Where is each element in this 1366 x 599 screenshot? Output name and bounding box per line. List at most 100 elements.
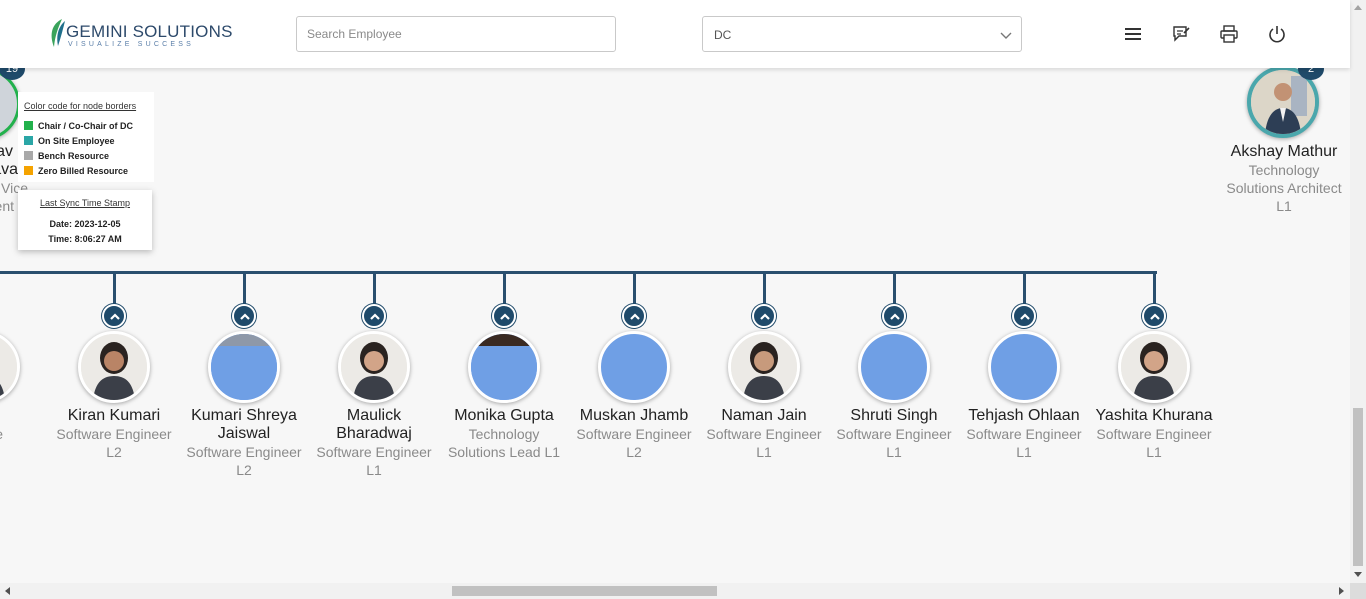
menu-icon[interactable]: [1123, 24, 1143, 44]
expand-toggle-button[interactable]: [102, 304, 126, 328]
legend-item-label: Zero Billed Resource: [38, 166, 129, 176]
print-icon[interactable]: [1219, 24, 1239, 44]
partial-node-name-line1: av: [0, 143, 13, 160]
chevron-up-icon: [630, 313, 640, 320]
employee-role-line1: Software Engineer: [56, 426, 172, 442]
legend-item-zero-billed: Zero Billed Resource: [24, 166, 128, 176]
scroll-left-arrow-icon[interactable]: [5, 587, 10, 595]
scrollbar-corner: [1350, 583, 1366, 599]
employee-role-line1: Software Engineer: [706, 426, 822, 442]
legend-item-bench: Bench Resource: [24, 151, 109, 161]
legend-title: Color code for node borders: [24, 101, 137, 111]
employee-name-line1: Maulick: [346, 407, 402, 424]
dc-select-value: DC: [714, 28, 732, 42]
sync-title: Last Sync Time Stamp: [39, 198, 131, 208]
employee-avatar[interactable]: [208, 331, 280, 403]
scroll-up-arrow-icon[interactable]: [1354, 5, 1362, 10]
child-connector-stem: [113, 273, 116, 305]
child-connector-stem: [763, 273, 766, 305]
employee-avatar[interactable]: [78, 331, 150, 403]
company-logo[interactable]: GEMINI SOLUTIONS VISUALIZE SUCCESS: [48, 16, 232, 52]
expand-toggle-button[interactable]: [622, 304, 646, 328]
employee-role-line1: Software Engineer: [186, 444, 302, 460]
vertical-scroll-thumb[interactable]: [1353, 408, 1363, 566]
akshay-role-line3: L1: [1276, 198, 1292, 214]
employee-avatar[interactable]: [988, 331, 1060, 403]
chevron-up-icon: [500, 313, 510, 320]
employee-avatar[interactable]: [338, 331, 410, 403]
vertical-scrollbar[interactable]: [1350, 0, 1366, 583]
employee-avatar[interactable]: [728, 331, 800, 403]
legend-item-label: Bench Resource: [38, 151, 110, 161]
employee-avatar[interactable]: [1118, 331, 1190, 403]
employee-name-line1: Yashita Khurana: [1095, 407, 1213, 424]
chevron-up-icon: [110, 313, 120, 320]
child-connector-stem: [243, 273, 246, 305]
leaf-logo-icon: [51, 19, 65, 47]
person-photo: [341, 334, 407, 400]
employee-role-line2: Solutions Lead L1: [447, 444, 561, 460]
person-photo: [1121, 334, 1187, 400]
partial-node-name-line2: ava: [0, 161, 18, 178]
employee-role-line2: L1: [756, 444, 772, 460]
legend-swatch: [24, 121, 33, 130]
employee-avatar[interactable]: [0, 331, 20, 403]
employee-name-line1: Naman Jain: [721, 407, 807, 424]
feedback-icon[interactable]: [1171, 24, 1191, 44]
power-icon[interactable]: [1267, 24, 1287, 44]
employee-role-line1: Software Engineer: [576, 426, 692, 442]
expand-toggle-button[interactable]: [1012, 304, 1036, 328]
employee-name-line2: Bharadwaj: [336, 425, 412, 442]
legend-item-label: On Site Employee: [38, 136, 115, 146]
child-connector-stem: [1023, 273, 1026, 305]
employee-role-line2: L1: [366, 462, 382, 478]
person-photo: [81, 334, 147, 400]
chevron-up-icon: [240, 313, 250, 320]
employee-role-line2: L2: [236, 462, 252, 478]
horizontal-scrollbar[interactable]: [0, 583, 1350, 599]
horizontal-scroll-thumb[interactable]: [452, 586, 717, 596]
expand-toggle-button[interactable]: [1142, 304, 1166, 328]
expand-toggle-button[interactable]: [752, 304, 776, 328]
employee-name-line1: Monika Gupta: [454, 407, 554, 424]
employee-role-line1: Software Engineer: [1096, 426, 1212, 442]
expand-toggle-button[interactable]: [232, 304, 256, 328]
scroll-down-arrow-icon[interactable]: [1354, 572, 1362, 577]
employee-role-line2: L1: [1146, 444, 1162, 460]
employee-avatar[interactable]: [598, 331, 670, 403]
chevron-down-icon: [1000, 32, 1012, 39]
expand-toggle-button[interactable]: [492, 304, 516, 328]
employee-avatar[interactable]: [858, 331, 930, 403]
employee-role-line2: L2: [626, 444, 642, 460]
chevron-up-icon: [370, 313, 380, 320]
logo-tagline: VISUALIZE SUCCESS: [68, 41, 194, 48]
legend-item-onsite: On Site Employee: [24, 136, 115, 146]
expand-toggle-button[interactable]: [362, 304, 386, 328]
person-photo: [731, 334, 797, 400]
expand-toggle-button[interactable]: [882, 304, 906, 328]
partial-node-role-line2: ent: [0, 198, 14, 214]
chevron-up-icon: [890, 313, 900, 320]
top-header: GEMINI SOLUTIONS VISUALIZE SUCCESS DC: [0, 0, 1350, 68]
scroll-right-arrow-icon[interactable]: [1339, 587, 1344, 595]
children-connector-bar: [0, 271, 1157, 274]
employee-role-line1: Software Engineer: [966, 426, 1082, 442]
employee-name-line1: Shruti Singh: [850, 407, 938, 424]
akshay-name: Akshay Mathur: [1230, 143, 1338, 160]
employee-role-line1: Software Engineer: [316, 444, 432, 460]
employee-avatar[interactable]: [468, 331, 540, 403]
child-connector-stem: [893, 273, 896, 305]
legend-item-chair: Chair / Co-Chair of DC: [24, 121, 133, 131]
child-connector-stem: [633, 273, 636, 305]
partial-photo: [211, 334, 277, 400]
employee-role-line2: L1: [1016, 444, 1032, 460]
search-employee-input[interactable]: [296, 16, 616, 52]
person-photo: [1251, 70, 1315, 134]
legend-swatch: [24, 166, 33, 175]
employee-name-line1: Muskan Jhamb: [579, 407, 689, 424]
dc-select[interactable]: DC: [702, 16, 1022, 52]
employee-role-line2: L2: [106, 444, 122, 460]
legend-item-label: Chair / Co-Chair of DC: [38, 121, 134, 131]
akshay-role-line1: Technology: [1248, 162, 1320, 178]
partial-photo: [471, 334, 537, 400]
